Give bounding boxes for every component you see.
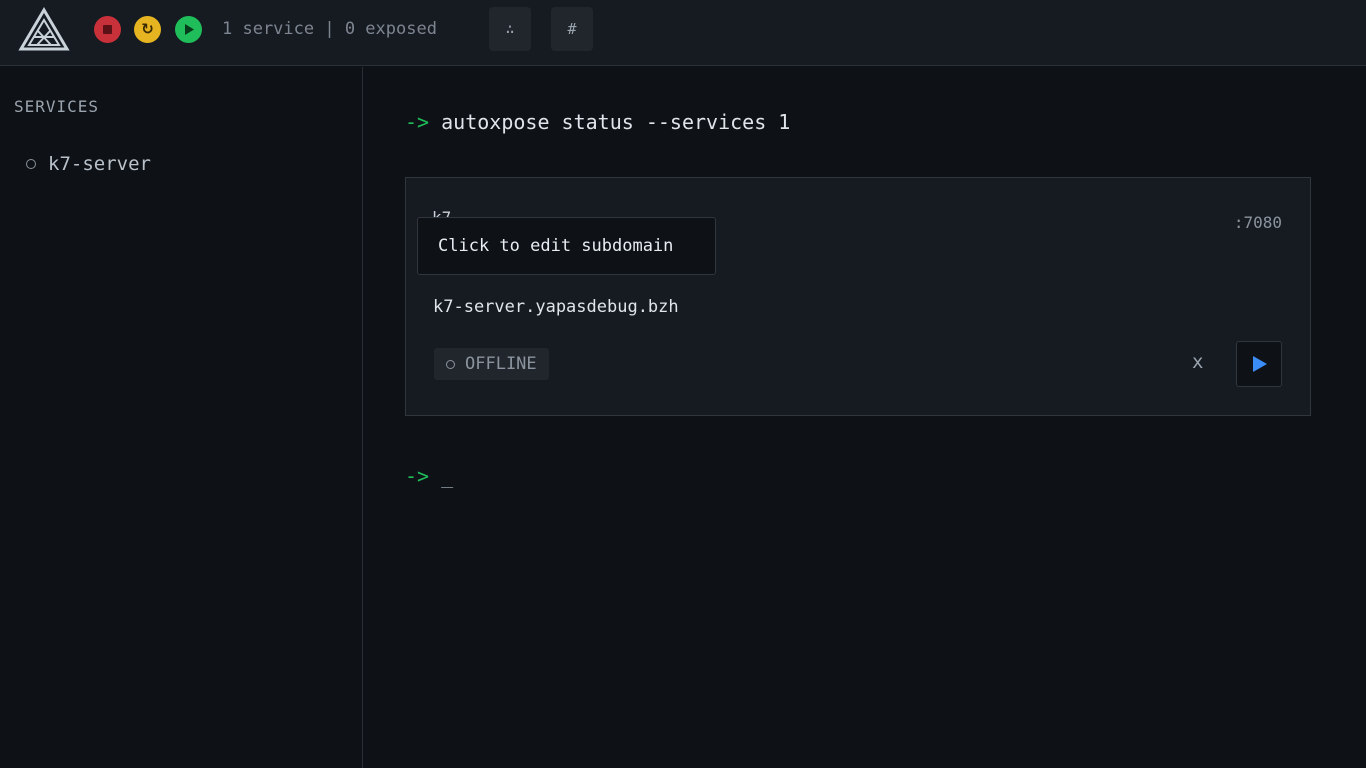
ports-button[interactable]: #: [551, 7, 593, 51]
prompt-arrow: ->: [405, 464, 430, 488]
command-text: autoxpose status --services 1: [441, 110, 791, 134]
status-label: OFFLINE: [465, 354, 537, 374]
prompt-arrow: ->: [405, 110, 430, 134]
stop-icon: [103, 25, 112, 34]
offline-ring-icon: [446, 359, 455, 369]
service-port: :7080: [1233, 213, 1282, 232]
hash-icon: #: [567, 20, 577, 38]
command-line: -> autoxpose status --services 1: [405, 110, 790, 134]
restart-icon: ↻: [141, 20, 154, 38]
sidebar-item-k7-server[interactable]: k7-server: [26, 153, 151, 175]
sidebar: SERVICES k7-server: [0, 67, 363, 768]
play-icon: [184, 24, 194, 35]
cursor: _: [441, 464, 454, 488]
edit-subdomain-tooltip: Click to edit subdomain: [417, 217, 716, 275]
play-icon: [1253, 356, 1267, 372]
sidebar-heading: SERVICES: [14, 97, 100, 116]
restart-button[interactable]: ↻: [134, 16, 161, 43]
graph-icon: ∴: [505, 20, 515, 38]
subdomain-text[interactable]: k7-server.yapasdebug.bzh: [433, 297, 679, 317]
start-button[interactable]: [175, 16, 202, 43]
input-prompt[interactable]: -> _: [405, 464, 453, 488]
graph-view-button[interactable]: ∴: [489, 7, 531, 51]
expose-button[interactable]: [1236, 341, 1282, 387]
sidebar-item-label: k7-server: [48, 153, 151, 175]
autoxpose-logo: [18, 7, 70, 51]
service-summary: 1 service | 0 exposed: [222, 19, 437, 39]
terminal-panel: -> autoxpose status --services 1 k7- :70…: [364, 67, 1366, 768]
status-badge: OFFLINE: [434, 348, 549, 380]
remove-button[interactable]: x: [1192, 351, 1203, 373]
service-card: k7- :7080 Click to edit subdomain k7-ser…: [405, 177, 1311, 416]
top-bar: ↻ 1 service | 0 exposed ∴ #: [0, 0, 1366, 66]
status-ring-icon: [26, 159, 36, 169]
stop-button[interactable]: [94, 16, 121, 43]
